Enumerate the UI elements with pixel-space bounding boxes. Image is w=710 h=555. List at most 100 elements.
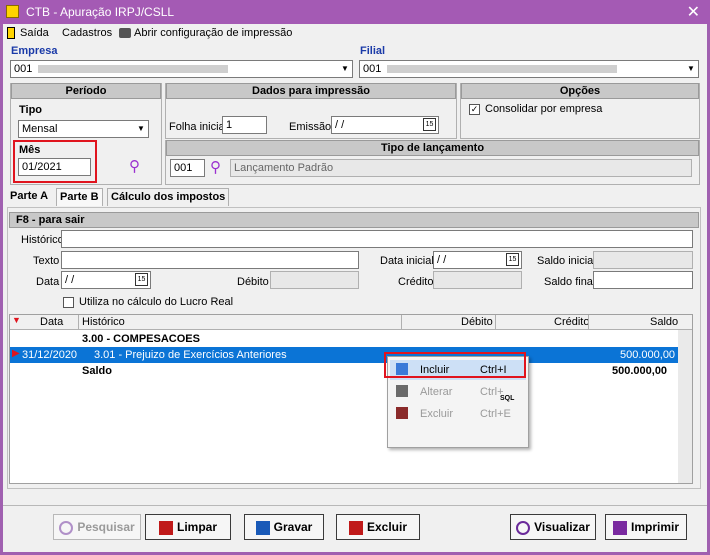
- alterar-label: Alterar: [420, 386, 453, 398]
- tab-parte-a[interactable]: Parte A: [7, 188, 51, 206]
- row-historico: Saldo: [82, 365, 112, 377]
- pesquisar-button[interactable]: Pesquisar: [53, 514, 141, 540]
- close-icon[interactable]: ✕: [687, 2, 700, 22]
- dados-impressao-header: Dados para impressão: [166, 83, 456, 99]
- consolidar-label: Consolidar por empresa: [485, 103, 603, 115]
- col-historico[interactable]: Histórico: [82, 316, 125, 328]
- limpar-button[interactable]: Limpar: [145, 514, 231, 540]
- eraser-icon: [158, 520, 173, 535]
- exit-icon: [7, 27, 15, 39]
- col-data[interactable]: Data: [40, 316, 63, 328]
- mes-input[interactable]: 01/2021: [18, 158, 91, 176]
- table-row[interactable]: ▶ 31/12/2020 3.01 - Prejuizo de Exercíci…: [10, 347, 692, 363]
- data-input[interactable]: / / 15: [61, 271, 151, 289]
- row-saldo: 500.000,00: [620, 349, 676, 361]
- data-inicial-input[interactable]: / / 15: [433, 251, 522, 269]
- emissao-input[interactable]: / / 15: [331, 116, 439, 134]
- magnifier-icon: [516, 520, 531, 535]
- emissao-label: Emissão: [289, 121, 332, 133]
- gravar-label: Gravar: [273, 520, 313, 534]
- calendar-icon[interactable]: 15: [135, 273, 148, 286]
- visualizar-button[interactable]: Visualizar: [510, 514, 596, 540]
- sort-indicator-icon: ▼: [12, 315, 21, 325]
- lucro-real-checkbox[interactable]: [63, 297, 74, 308]
- tipo-label: Tipo: [19, 104, 43, 116]
- empresa-name-blurred: [38, 65, 229, 74]
- calendar-icon[interactable]: 15: [423, 118, 436, 131]
- row-historico: 3.00 - COMPESACOES: [82, 333, 200, 345]
- tab-calculo-impostos[interactable]: Cálculo dos impostos: [107, 188, 230, 206]
- imprimir-button[interactable]: Imprimir: [605, 514, 687, 540]
- window-title: CTB - Apuração IRPJ/CSLL: [26, 5, 175, 19]
- excluir-label: Excluir: [420, 408, 454, 420]
- folha-inicial-input[interactable]: 1: [222, 116, 267, 134]
- edit-icon: [396, 385, 408, 397]
- calendar-icon[interactable]: 15: [506, 253, 519, 266]
- saldo-final-input[interactable]: [593, 271, 693, 289]
- empresa-value: 001: [14, 63, 33, 75]
- tipo-lancamento-header: Tipo de lançamento: [166, 140, 699, 156]
- folha-inicial-label: Folha inicial: [169, 121, 228, 133]
- emissao-value: / /: [335, 119, 345, 131]
- tipo-value: Mensal: [22, 123, 58, 135]
- table-row[interactable]: 3.00 - COMPESACOES: [10, 331, 692, 347]
- printer-icon: [612, 520, 627, 535]
- texto-label: Texto: [33, 255, 60, 267]
- trash-icon: [348, 520, 363, 535]
- context-item-excluir[interactable]: Excluir Ctrl+E: [390, 404, 526, 424]
- mes-label: Mês: [19, 144, 41, 156]
- tipo-lancamento-code[interactable]: 001: [170, 159, 205, 177]
- col-credito[interactable]: Crédito: [554, 316, 589, 328]
- debito-input: [270, 271, 359, 289]
- tipo-select[interactable]: Mensal ▼: [18, 120, 149, 138]
- texto-input[interactable]: [61, 251, 359, 269]
- lancamentos-grid[interactable]: ▼ Data Histórico Débito Crédito Saldo 3.…: [9, 314, 693, 484]
- debito-label: Débito: [237, 276, 269, 288]
- chevron-down-icon[interactable]: ▼: [684, 61, 698, 77]
- gravar-button[interactable]: Gravar: [244, 514, 324, 540]
- historico-input[interactable]: [61, 230, 693, 248]
- credito-label: Crédito: [398, 276, 434, 288]
- filial-select[interactable]: 001 ▼: [359, 60, 699, 78]
- save-icon: [255, 520, 270, 535]
- menu-print-config[interactable]: Abrir configuração de impressão: [134, 27, 292, 39]
- col-debito[interactable]: Débito: [461, 316, 493, 328]
- row-saldo: 500.000,00: [612, 365, 668, 377]
- data-inicial-value: / /: [437, 254, 447, 266]
- excluir-shortcut: Ctrl+E: [480, 408, 511, 420]
- row-historico: 3.01 - Prejuizo de Exercícios Anteriores: [94, 349, 287, 361]
- chevron-down-icon[interactable]: ▼: [134, 121, 148, 137]
- table-row[interactable]: Saldo 500.000,00: [10, 363, 692, 379]
- data-inicial-label: Data inicial: [380, 255, 434, 267]
- search-icon[interactable]: ⚲: [210, 158, 221, 176]
- excluir-button[interactable]: Excluir: [336, 514, 420, 540]
- separator: [3, 505, 707, 506]
- empresa-label: Empresa: [11, 45, 58, 57]
- credito-input: [433, 271, 522, 289]
- search-icon: [59, 520, 74, 535]
- grid-scrollbar[interactable]: [678, 330, 692, 483]
- chevron-down-icon[interactable]: ▼: [338, 61, 352, 77]
- sql-cursor-icon: SQL: [500, 395, 515, 402]
- lucro-real-label: Utiliza no cálculo do Lucro Real: [79, 296, 234, 308]
- tab-parte-b[interactable]: Parte B: [56, 188, 103, 206]
- menu-exit[interactable]: Saída: [20, 27, 49, 39]
- data-label: Data: [36, 276, 60, 288]
- delete-icon: [396, 407, 408, 419]
- empresa-select[interactable]: 001 ▼: [10, 60, 353, 78]
- f8-header: F8 - para sair: [9, 212, 699, 228]
- excluir-label: Excluir: [366, 520, 408, 534]
- historico-label: Histórico: [21, 234, 64, 246]
- row-data: 31/12/2020: [22, 349, 78, 361]
- data-value: / /: [65, 274, 75, 286]
- filial-name-blurred: [387, 65, 618, 74]
- menu-bar: Saída Cadastros Abrir configuração de im…: [3, 24, 707, 44]
- filial-value: 001: [363, 63, 382, 75]
- col-saldo[interactable]: Saldo: [650, 316, 678, 328]
- search-icon[interactable]: ⚲: [129, 157, 140, 175]
- saldo-final-label: Saldo final: [544, 276, 596, 288]
- consolidar-checkbox[interactable]: ✓: [469, 104, 480, 115]
- limpar-label: Limpar: [176, 520, 217, 534]
- incluir-highlight: [384, 352, 526, 378]
- menu-cadastros[interactable]: Cadastros: [62, 27, 112, 39]
